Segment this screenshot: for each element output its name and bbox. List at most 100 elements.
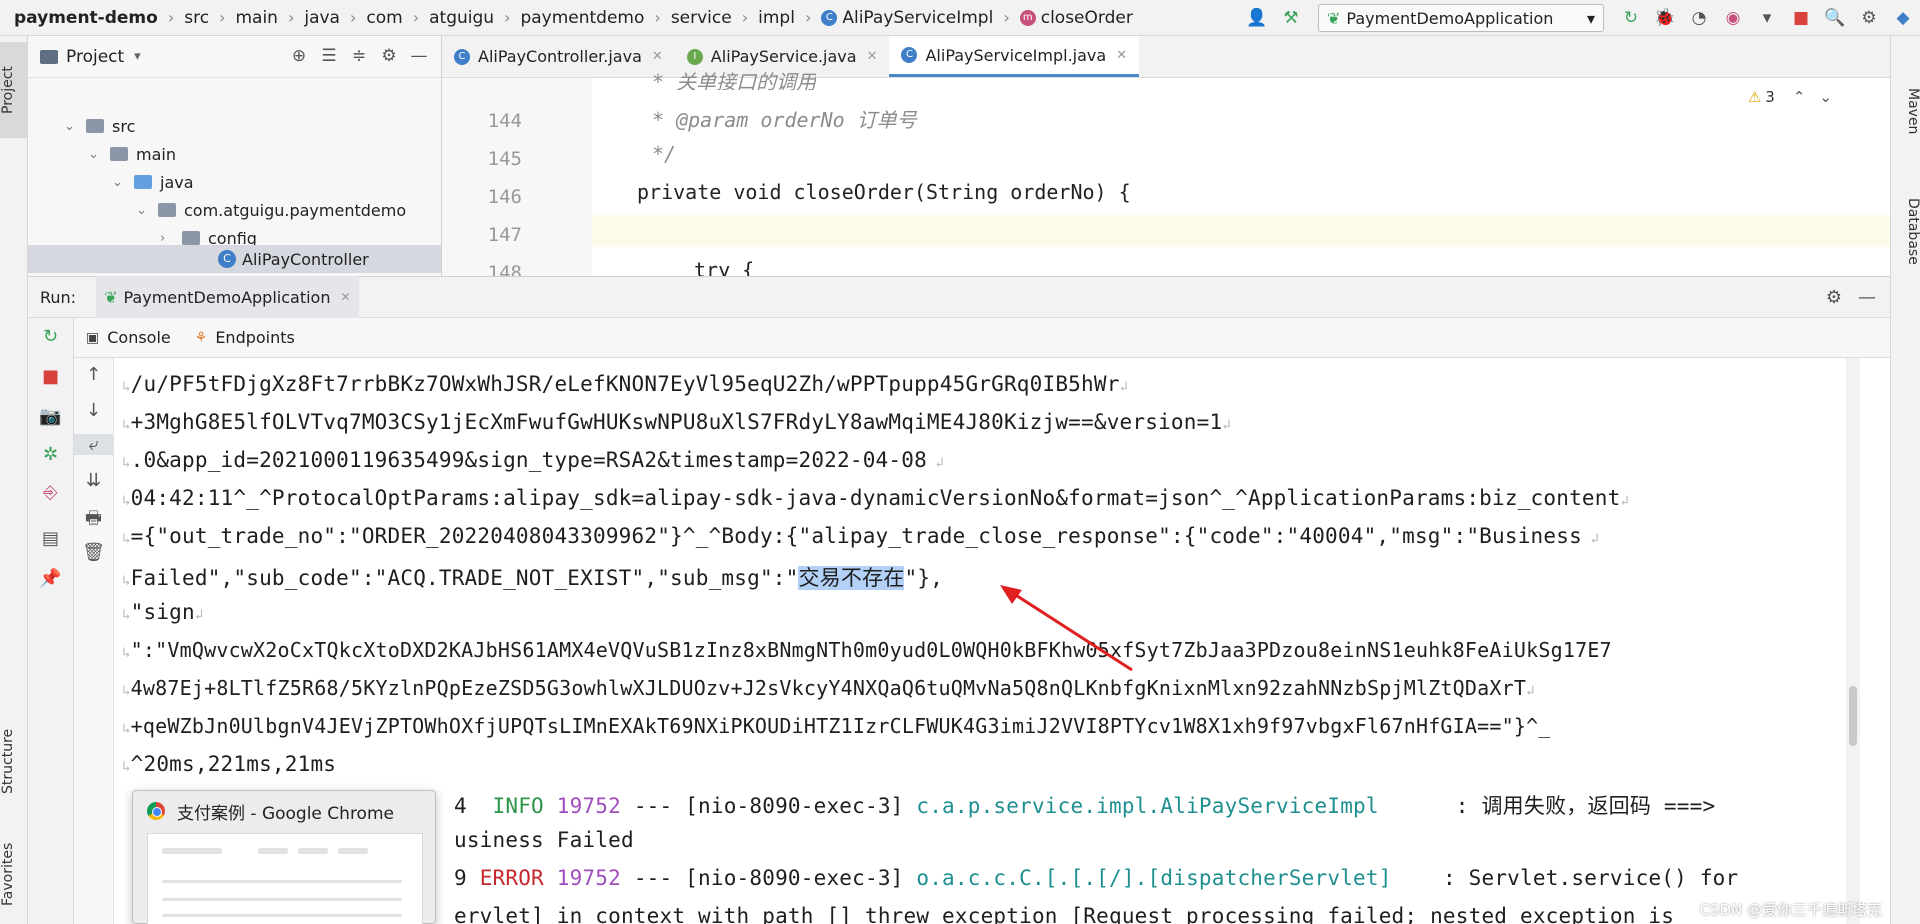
gear-icon[interactable]: ⚙ <box>377 46 401 66</box>
close-icon[interactable]: ✕ <box>1116 48 1127 63</box>
log-timestamp: 9 <box>454 866 467 890</box>
breadcrumb-item-java[interactable]: java <box>304 8 340 28</box>
breadcrumb-item-class[interactable]: C AliPayServiceImpl <box>821 8 993 28</box>
chevron-down-icon[interactable]: ⌄ <box>1819 88 1832 106</box>
breadcrumb-item-paymentdemo[interactable]: paymentdemo <box>520 8 644 28</box>
arrow-down-icon[interactable]: ↓ <box>74 400 113 421</box>
wrap-icon: ↳ <box>122 607 131 623</box>
tree-item-java[interactable]: ⌄ java <box>112 168 194 196</box>
run-configuration-select[interactable]: ❦ PaymentDemoApplication ▾ <box>1318 4 1604 32</box>
console-scrollbar[interactable] <box>1846 358 1860 924</box>
console-line-text: +3MghG8E5lfOLVTvq7MO3CSy1jEcXmFwufGwHUKs… <box>130 410 1223 434</box>
code-line-146[interactable]: */ <box>652 142 676 166</box>
debug-icon[interactable]: ✲ <box>28 444 73 465</box>
selected-text[interactable]: 交易不存在 <box>798 566 905 590</box>
settings-icon[interactable]: ⚙ <box>1856 5 1882 31</box>
tool-tab-database[interactable]: Database <box>1891 176 1920 286</box>
plugin-icon[interactable]: ◆ <box>1890 5 1916 31</box>
breadcrumb-item-method[interactable]: m closeOrder <box>1019 8 1133 28</box>
debug-icon[interactable]: 🐞 <box>1652 5 1678 31</box>
log-thread: --- [nio-8090-exec-3] <box>633 866 904 890</box>
close-icon[interactable]: ✕ <box>652 49 663 64</box>
user-icon[interactable]: 👤 <box>1244 5 1270 31</box>
locate-icon[interactable]: ⊕ <box>287 46 311 66</box>
tree-item-alipaycontroller[interactable]: C AliPayController <box>28 245 441 273</box>
code-line-149[interactable]: try { <box>694 258 754 276</box>
chevron-down-icon[interactable]: ⌄ <box>136 203 152 218</box>
tool-tab-maven[interactable]: Maven <box>1891 66 1920 156</box>
console-line: ervlet] in context with path [] threw ex… <box>454 904 1674 924</box>
wrap-icon: ↳ <box>122 573 131 589</box>
pin-icon[interactable]: 📌 <box>28 568 73 589</box>
breadcrumb-item-main[interactable]: main <box>235 8 277 28</box>
warning-icon: ⚠ <box>1747 88 1762 106</box>
tool-tab-favorites[interactable]: Favorites <box>0 826 28 922</box>
breadcrumb-item-com[interactable]: com <box>366 8 402 28</box>
code-line-147[interactable]: private void closeOrder(String orderNo) … <box>637 180 1131 204</box>
tab-console[interactable]: ▣ Console <box>74 318 183 358</box>
coverage-icon[interactable]: ◔ <box>1686 5 1712 31</box>
scroll-to-end-icon[interactable]: ⇊ <box>74 470 113 491</box>
chevron-down-icon[interactable]: ⌄ <box>112 175 128 190</box>
tab-endpoints[interactable]: ⚘ Endpoints <box>183 318 307 358</box>
code-line-145[interactable]: * @param orderNo 订单号 <box>652 104 917 133</box>
stop-icon[interactable]: ■ <box>1788 5 1814 31</box>
tree-item-package[interactable]: ⌄ com.atguigu.paymentdemo <box>136 196 406 224</box>
tree-item-main[interactable]: ⌄ main <box>88 140 176 168</box>
breadcrumb-item-service[interactable]: service <box>671 8 732 28</box>
chevron-up-icon[interactable]: ⌃ <box>1793 88 1806 106</box>
stop-icon[interactable]: ■ <box>28 366 73 387</box>
trash-icon[interactable]: 🗑 <box>74 542 113 563</box>
project-panel-title[interactable]: Project <box>66 47 124 67</box>
warnings-count: 3 <box>1765 88 1775 106</box>
console-line: ↳"sign↲ <box>122 600 204 624</box>
close-icon[interactable]: ✕ <box>340 290 350 304</box>
breadcrumb-item-atguigu[interactable]: atguigu <box>429 8 494 28</box>
login-icon[interactable]: ⎆ <box>28 482 73 503</box>
more-run-icon[interactable]: ▾ <box>1754 5 1780 31</box>
chevron-down-icon[interactable]: ▾ <box>134 49 141 64</box>
tool-tab-structure[interactable]: Structure <box>0 706 28 816</box>
search-icon[interactable]: 🔍 <box>1822 5 1848 31</box>
collapse-all-icon[interactable]: ≑ <box>347 46 371 66</box>
rerun-icon[interactable]: ↻ <box>28 326 73 347</box>
warnings-badge[interactable]: ⚠ 3 ⌃ ⌄ <box>1748 88 1832 106</box>
chevron-down-icon[interactable]: ⌄ <box>88 147 104 162</box>
breadcrumb-item-impl[interactable]: impl <box>758 8 795 28</box>
hide-icon[interactable]: — <box>1858 287 1876 308</box>
tree-item-src[interactable]: ⌄ src <box>64 112 135 140</box>
chevron-right-icon: › <box>504 8 511 27</box>
gear-icon[interactable]: ⚙ <box>1826 287 1842 308</box>
editor-tab-alipaycontroller[interactable]: C AliPayController.java ✕ <box>442 36 675 77</box>
breadcrumb-item-src[interactable]: src <box>184 8 209 28</box>
soft-wrap-icon[interactable]: ⤶ <box>74 434 113 455</box>
build-hammer-icon[interactable]: ⚒ <box>1278 5 1304 31</box>
console-line-text: ^20ms,221ms,21ms <box>130 752 337 776</box>
layout-icon[interactable]: ▤ <box>28 528 73 549</box>
close-icon[interactable]: ✕ <box>867 49 878 64</box>
profile-icon[interactable]: ◉ <box>1720 5 1746 31</box>
run-tab[interactable]: ❦ PaymentDemoApplication ✕ <box>96 276 359 318</box>
tree-item-label: java <box>160 172 194 192</box>
code-line-144[interactable]: * 关单接口的调用 <box>652 66 816 90</box>
scrollbar-thumb[interactable] <box>1849 686 1857 746</box>
current-line-highlight <box>592 215 1890 247</box>
tool-tab-project[interactable]: Project <box>0 42 28 138</box>
breadcrumb-item-project[interactable]: payment-demo <box>14 8 158 28</box>
hide-icon[interactable]: — <box>407 46 431 66</box>
arrow-up-icon[interactable]: ↑ <box>74 364 113 385</box>
rerun-icon[interactable]: ↻ <box>1618 5 1644 31</box>
expand-all-icon[interactable]: ☰ <box>317 46 341 66</box>
chrome-taskbar-preview[interactable]: 支付案例 - Google Chrome <box>132 790 436 924</box>
console-line-text: .0&app_id=2021000119635499&sign_type=RSA… <box>130 448 927 472</box>
camera-icon[interactable]: 📷 <box>28 406 73 427</box>
chevron-right-icon: › <box>741 8 749 27</box>
spring-leaf-icon: ❦ <box>1327 8 1341 28</box>
editor-tab-alipayserviceimpl[interactable]: C AliPayServiceImpl.java ✕ <box>889 36 1140 77</box>
print-icon[interactable]: 🖶 <box>74 506 113 536</box>
chrome-preview-thumbnail[interactable] <box>147 833 423 924</box>
right-tool-strip: Maven Database <box>1890 36 1920 924</box>
wrap-icon: ↳ <box>122 759 131 775</box>
chevron-down-icon[interactable]: ⌄ <box>64 119 80 134</box>
chevron-right-icon[interactable]: › <box>160 231 176 246</box>
